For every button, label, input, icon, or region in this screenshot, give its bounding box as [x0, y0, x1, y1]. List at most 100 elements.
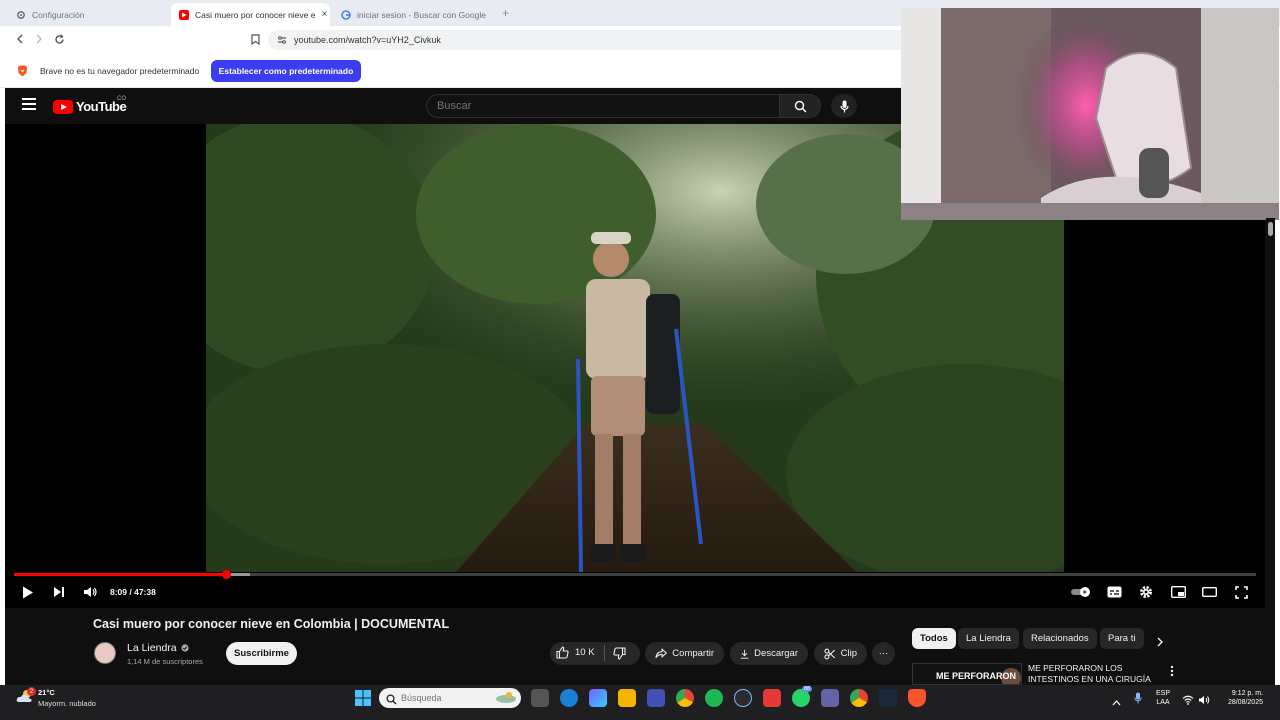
set-default-button[interactable]: Establecer como predeterminado [211, 60, 361, 82]
autoplay-toggle[interactable] [1070, 583, 1092, 601]
play-button[interactable] [19, 583, 37, 601]
chip-for-you[interactable]: Para ti [1100, 628, 1144, 649]
miniplayer-button[interactable] [1169, 583, 1187, 601]
youtube-logo[interactable]: YouTube [53, 99, 127, 114]
chrome-profile-icon[interactable] [850, 689, 868, 707]
volume-icon [84, 587, 97, 597]
speaker-icon[interactable] [1198, 692, 1210, 710]
task-view-icon[interactable] [531, 689, 549, 707]
youtube-icon [179, 9, 189, 20]
voice-search-button[interactable] [831, 94, 857, 118]
progress-played [14, 573, 227, 576]
time-display: 8:09 / 47:38 [110, 587, 156, 597]
thumbs-down-icon [613, 647, 626, 660]
microphone-icon [839, 100, 849, 112]
thumbs-up-icon [556, 646, 569, 659]
clip-button[interactable]: Clip [814, 642, 867, 665]
subscriber-count: 1,14 M de suscriptores [127, 657, 203, 666]
download-button[interactable]: Descargar [730, 642, 808, 665]
tab-title: Casi muero por conocer nieve e [195, 9, 316, 20]
dislike-button[interactable] [613, 647, 626, 665]
site-info-icon[interactable] [277, 35, 287, 45]
file-explorer-icon[interactable] [618, 689, 636, 707]
brave-icon[interactable] [908, 689, 926, 707]
subtitles-button[interactable] [1105, 583, 1123, 601]
close-tab-icon[interactable]: × [321, 9, 327, 20]
tab-title: Configuración [32, 9, 85, 20]
copilot-icon[interactable] [589, 689, 607, 707]
share-label: Compartir [672, 648, 714, 659]
tab-settings[interactable]: Configuración [8, 3, 170, 26]
edge-icon[interactable] [560, 689, 578, 707]
channel-name[interactable]: La Liendra [127, 642, 189, 654]
tab-google-search[interactable]: iniciar sesion - Buscar con Google [333, 3, 499, 26]
volume-button[interactable] [81, 583, 99, 601]
wifi-icon[interactable] [1182, 692, 1194, 710]
settings-button[interactable] [1137, 583, 1155, 601]
fullscreen-button[interactable] [1232, 583, 1250, 601]
weather-temperature[interactable]: 21°C [38, 688, 55, 697]
forward-button[interactable] [31, 31, 47, 47]
address-bar[interactable]: youtube.com/watch?v=uYH2_Civkuk [268, 30, 908, 50]
google-icon [341, 9, 351, 20]
skip-next-icon [54, 587, 64, 597]
subscribe-button[interactable]: Suscribirme [226, 642, 297, 665]
infobar-message: Brave no es tu navegador predeterminado [40, 66, 200, 76]
webcam-image [901, 8, 1279, 220]
theater-mode-icon [1201, 587, 1217, 597]
input-language[interactable]: ESP LAA [1150, 689, 1176, 707]
microsoft-store-icon[interactable] [647, 689, 665, 707]
video-app-icon[interactable] [763, 689, 781, 707]
bookmark-button[interactable] [247, 31, 263, 47]
keyboard-layout: LAA [1156, 699, 1170, 706]
hamburger-menu-icon[interactable] [22, 98, 36, 110]
chip-channel[interactable]: La Liendra [958, 628, 1019, 649]
new-tab-button[interactable]: + [502, 6, 509, 20]
recommendation-title[interactable]: ME PERFORARON LOS INTESTINOS EN UNA CIRU… [1028, 663, 1168, 685]
fullscreen-icon [1234, 585, 1248, 599]
language-code: ESP [1155, 690, 1170, 697]
play-icon [23, 586, 33, 598]
theater-mode-button[interactable] [1200, 583, 1218, 601]
clock-date: 28/08/2025 [1227, 699, 1263, 706]
like-button[interactable]: 10 K [556, 646, 595, 659]
start-button[interactable] [355, 690, 371, 711]
brave-lion-icon [17, 64, 28, 82]
forward-arrow-icon [36, 34, 42, 44]
system-clock[interactable]: 9:12 p. m. 28/08/2025 [1215, 689, 1263, 707]
search-input[interactable] [426, 94, 780, 118]
share-button[interactable]: Compartir [645, 642, 724, 665]
bookmark-icon [250, 33, 260, 45]
page-scrollbar[interactable] [1266, 218, 1275, 684]
miniplayer-icon [1170, 586, 1186, 598]
chip-all[interactable]: Todos [912, 628, 956, 649]
search-button[interactable] [779, 94, 821, 118]
reload-button[interactable] [51, 31, 67, 47]
chrome-icon[interactable] [676, 689, 694, 707]
weather-description[interactable]: Mayorm. nublado [38, 699, 96, 708]
recording-app-icon[interactable] [734, 689, 752, 707]
chevron-up-icon[interactable] [1112, 693, 1121, 711]
scrollbar-thumb[interactable] [1268, 222, 1273, 236]
chips-next-button[interactable] [1156, 634, 1164, 652]
clock-time: 9:12 p. m. [1231, 690, 1263, 697]
youtube-play-logo-icon [53, 99, 73, 114]
more-actions-button[interactable]: ··· [872, 642, 895, 665]
share-icon [655, 648, 668, 659]
next-button[interactable] [50, 583, 68, 601]
chip-related[interactable]: Relacionados [1023, 628, 1097, 649]
microphone-icon[interactable] [1134, 691, 1142, 709]
tab-youtube-video[interactable]: Casi muero por conocer nieve e × [171, 3, 330, 26]
more-icon: ··· [878, 648, 889, 659]
back-arrow-icon [17, 34, 23, 44]
teams-icon[interactable] [821, 689, 839, 707]
tab-title: iniciar sesion - Buscar con Google [357, 9, 486, 20]
spotify-icon[interactable] [705, 689, 723, 707]
progress-scrubber[interactable] [221, 570, 231, 579]
like-count: 10 K [575, 647, 595, 658]
chevron-right-icon [1157, 637, 1163, 647]
back-button[interactable] [12, 31, 28, 47]
recommendation-menu-button[interactable] [1170, 664, 1174, 682]
channel-avatar[interactable] [94, 642, 116, 664]
steam-icon[interactable] [879, 689, 897, 707]
